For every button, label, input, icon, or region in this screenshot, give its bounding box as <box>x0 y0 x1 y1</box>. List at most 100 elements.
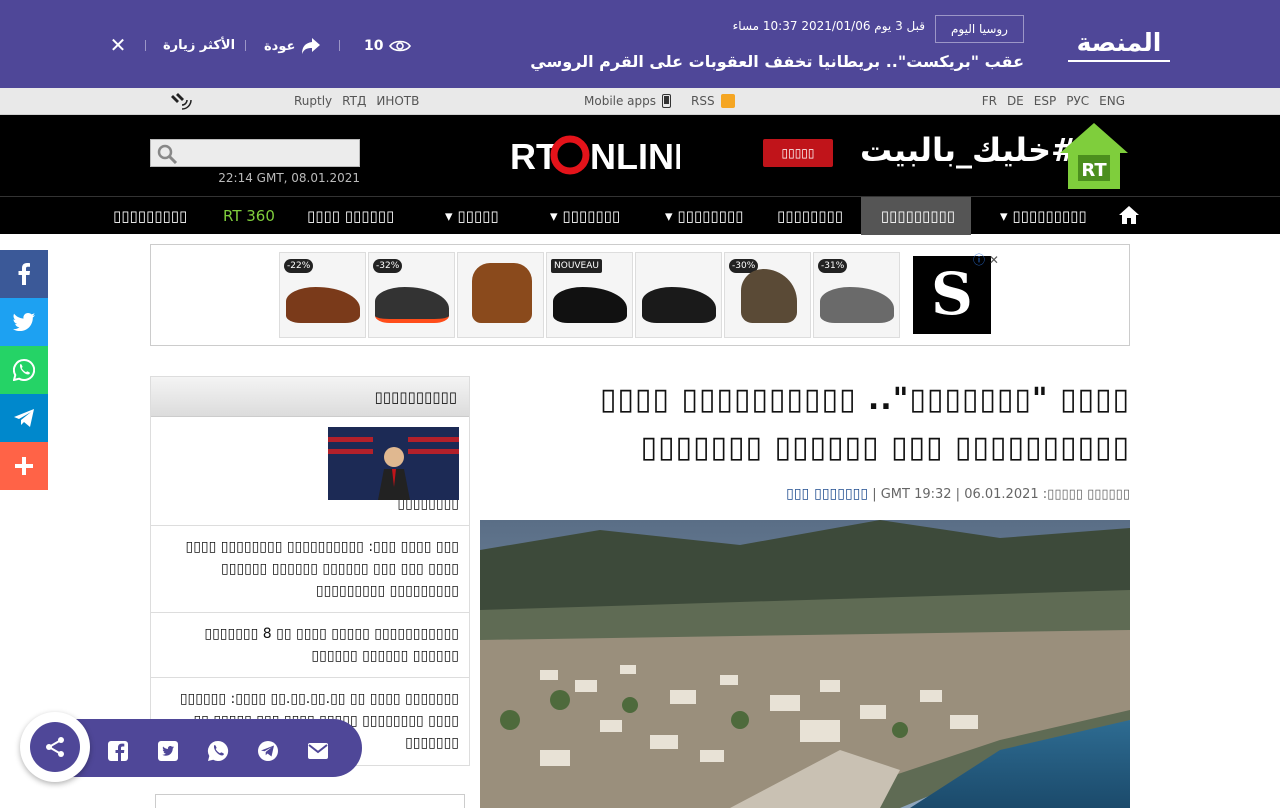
ad-product[interactable] <box>635 252 722 338</box>
search-box <box>150 139 360 167</box>
lang-esp[interactable]: ESP <box>1034 94 1056 108</box>
whatsapp-icon <box>13 359 35 381</box>
nav-item-4[interactable]: ▯▯▯▯▯▯▯▯ ▾ <box>665 197 743 235</box>
nav-item-7[interactable]: ▯▯▯▯▯▯ ▯▯▯▯ <box>307 197 394 235</box>
main-nav: ▯▯▯▯▯▯▯▯▯ ▾ ▯▯▯▯▯▯▯▯▯ ▯▯▯▯▯▯▯▯ ▯▯▯▯▯▯▯▯ … <box>0 196 1280 235</box>
lang-rus[interactable]: РУС <box>1066 94 1089 108</box>
back-button[interactable]: عودة <box>264 36 321 56</box>
telegram-icon[interactable] <box>256 739 280 763</box>
top-news-bar: المنصة روسيا اليوم قبل 3 يوم 2021/01/06 … <box>0 0 1280 88</box>
inotv-link[interactable]: ИНОТВ <box>376 94 419 108</box>
rt-house-icon: RT <box>1060 123 1128 189</box>
twitter-icon <box>13 313 35 331</box>
lang-eng[interactable]: ENG <box>1099 94 1125 108</box>
sidebar-news-item[interactable]: ▯▯▯▯▯▯ ▯▯▯▯▯▯▯: ▯▯▯▯▯▯▯▯ ▯▯▯▯▯ ▯▯▯▯▯▯ ▯▯… <box>151 417 469 526</box>
plus-icon <box>15 457 33 475</box>
sidebar-advertisement[interactable] <box>155 794 465 808</box>
twitter-share[interactable] <box>0 298 48 346</box>
logo-underline <box>1068 60 1170 62</box>
lang-fr[interactable]: FR <box>982 94 997 108</box>
facebook-icon <box>18 263 30 285</box>
source-badge[interactable]: روسيا اليوم <box>935 15 1024 43</box>
discount-badge: -31% <box>818 259 848 273</box>
article-section-link[interactable]: ▯▯▯▯▯▯▯ ▯▯▯ <box>786 486 868 502</box>
article-date: 06.01.2021 <box>964 487 1039 502</box>
ad-product[interactable]: -31% <box>813 252 900 338</box>
separator <box>339 40 340 51</box>
partner-links: Ruptly RTД ИНОТВ <box>294 94 419 108</box>
promo-hashtag: #خليك_بالبيت <box>860 131 1078 169</box>
views-number: 10 <box>364 38 384 54</box>
stay-home-promo[interactable]: #خليك_بالبيت RT <box>860 121 1130 191</box>
ad-choices-icon[interactable]: ⓘ ✕ <box>973 251 999 268</box>
search-input[interactable] <box>181 140 357 166</box>
house-rt-text: RT <box>1081 160 1107 181</box>
article-meta: ▯▯▯▯▯▯ ▯▯▯▯▯: 06.01.2021 | GMT 19:32 | ▯… <box>786 486 1130 502</box>
share-arrow-icon <box>302 38 321 54</box>
header-date: 22:14 GMT, 08.01.2021 <box>218 171 360 185</box>
news-title: ▯▯▯▯▯▯▯▯▯▯▯ ▯▯▯▯▯ ▯▯▯▯ ▯▯ 8 ▯▯▯▯▯▯▯ ▯▯▯▯… <box>204 626 459 664</box>
article-time: GMT 19:32 <box>880 487 952 502</box>
article-title: ▯▯▯▯ "▯▯▯▯▯▯▯".. ▯▯▯▯▯▯▯▯▯▯ ▯▯▯▯ ▯▯▯▯▯▯▯… <box>480 376 1130 472</box>
ad-product[interactable] <box>457 252 544 338</box>
facebook-icon[interactable] <box>106 739 130 763</box>
email-icon[interactable] <box>306 739 330 763</box>
article-image[interactable] <box>480 520 1130 808</box>
article-title-line2: ▯▯▯▯▯▯▯▯▯▯ ▯▯▯ ▯▯▯▯▯▯ ▯▯▯▯▯▯▯ <box>640 430 1130 465</box>
search-icon[interactable] <box>156 144 178 164</box>
advertisement[interactable]: -22% -32% NOUVEAU -30% -31% S ⓘ ✕ <box>150 244 1130 346</box>
sidebar-news-item[interactable]: ▯▯▯▯▯▯▯▯▯▯▯ ▯▯▯▯▯ ▯▯▯▯ ▯▯ 8 ▯▯▯▯▯▯▯ ▯▯▯▯… <box>151 613 469 678</box>
new-badge: NOUVEAU <box>551 259 602 273</box>
whatsapp-share[interactable] <box>0 346 48 394</box>
floating-share-bar <box>20 712 362 782</box>
apps-links: Mobile apps RSS <box>584 94 735 108</box>
news-title: ▯▯▯ ▯▯▯▯ ▯▯▯: ▯▯▯▯▯▯▯▯▯▯ ▯▯▯▯▯▯▯▯ ▯▯▯▯ ▯… <box>185 539 460 599</box>
home-icon[interactable] <box>1118 205 1140 225</box>
rt-online-logo[interactable]: RT NLINE <box>510 131 680 179</box>
news-thumbnail[interactable] <box>328 427 459 500</box>
most-visited-link[interactable]: الأكثر زيارة <box>163 36 235 56</box>
facebook-share[interactable] <box>0 250 48 298</box>
share-toggle-inner <box>30 722 80 772</box>
almanassa-logo[interactable]: المنصة <box>1068 28 1170 62</box>
back-label: عودة <box>264 38 296 54</box>
close-icon[interactable]: ✕ <box>108 35 128 55</box>
rtd-link[interactable]: RTД <box>342 94 366 108</box>
meta-label: ▯▯▯▯▯▯ ▯▯▯▯▯: <box>1042 487 1130 502</box>
ad-product[interactable]: -22% <box>279 252 366 338</box>
nav-item-9[interactable]: ▯▯▯▯▯▯▯▯▯ <box>113 197 187 235</box>
telegram-share[interactable] <box>0 394 48 442</box>
ad-product[interactable]: -32% <box>368 252 455 338</box>
news-timestamp: قبل 3 يوم 2021/01/06 10:37 مساء <box>732 19 925 33</box>
news-headline[interactable]: عقب "بريكست".. بريطانيا تخفف العقوبات عل… <box>530 52 1024 71</box>
rss-link[interactable]: RSS <box>691 94 715 108</box>
nav-item-3[interactable]: ▯▯▯▯▯▯▯▯ <box>777 197 843 235</box>
ad-product[interactable]: NOUVEAU <box>546 252 633 338</box>
lang-de[interactable]: DE <box>1007 94 1024 108</box>
logo-online-text: NLINE <box>590 136 680 177</box>
nav-item-5[interactable]: ▯▯▯▯▯▯▯ ▾ <box>550 197 620 235</box>
separator <box>245 40 246 51</box>
live-button[interactable]: ▯▯▯▯▯ <box>763 139 833 167</box>
share-toggle-button[interactable] <box>20 712 90 782</box>
site-header: #خليك_بالبيت RT ▯▯▯▯▯ RT NLINE 22:14 GMT… <box>0 115 1280 196</box>
discount-badge: -22% <box>284 259 314 273</box>
whatsapp-icon[interactable] <box>206 739 230 763</box>
more-share[interactable] <box>0 442 48 490</box>
satellite-icon[interactable] <box>170 91 192 111</box>
phone-icon <box>662 94 672 108</box>
nav-item-6[interactable]: ▯▯▯▯▯ ▾ <box>445 197 499 235</box>
ruptly-link[interactable]: Ruptly <box>294 94 332 108</box>
discount-badge: -32% <box>373 259 403 273</box>
nav-item-2[interactable]: ▯▯▯▯▯▯▯▯▯ <box>861 197 971 235</box>
share-icon <box>46 737 64 757</box>
mobile-apps-link[interactable]: Mobile apps <box>584 94 656 108</box>
article: ▯▯▯▯ "▯▯▯▯▯▯▯".. ▯▯▯▯▯▯▯▯▯▯ ▯▯▯▯ ▯▯▯▯▯▯▯… <box>480 376 1130 808</box>
nav-item-1[interactable]: ▯▯▯▯▯▯▯▯▯ ▾ <box>1000 197 1087 235</box>
utility-bar: FR DE ESP РУС ENG Mobile apps RSS Ruptly… <box>0 88 1280 115</box>
nav-item-rt360[interactable]: RT 360 <box>223 197 275 235</box>
sidebar-news-item[interactable]: ▯▯▯ ▯▯▯▯ ▯▯▯: ▯▯▯▯▯▯▯▯▯▯ ▯▯▯▯▯▯▯▯ ▯▯▯▯ ▯… <box>151 526 469 613</box>
ad-product[interactable]: -30% <box>724 252 811 338</box>
separator <box>145 40 146 51</box>
twitter-icon[interactable] <box>156 739 180 763</box>
